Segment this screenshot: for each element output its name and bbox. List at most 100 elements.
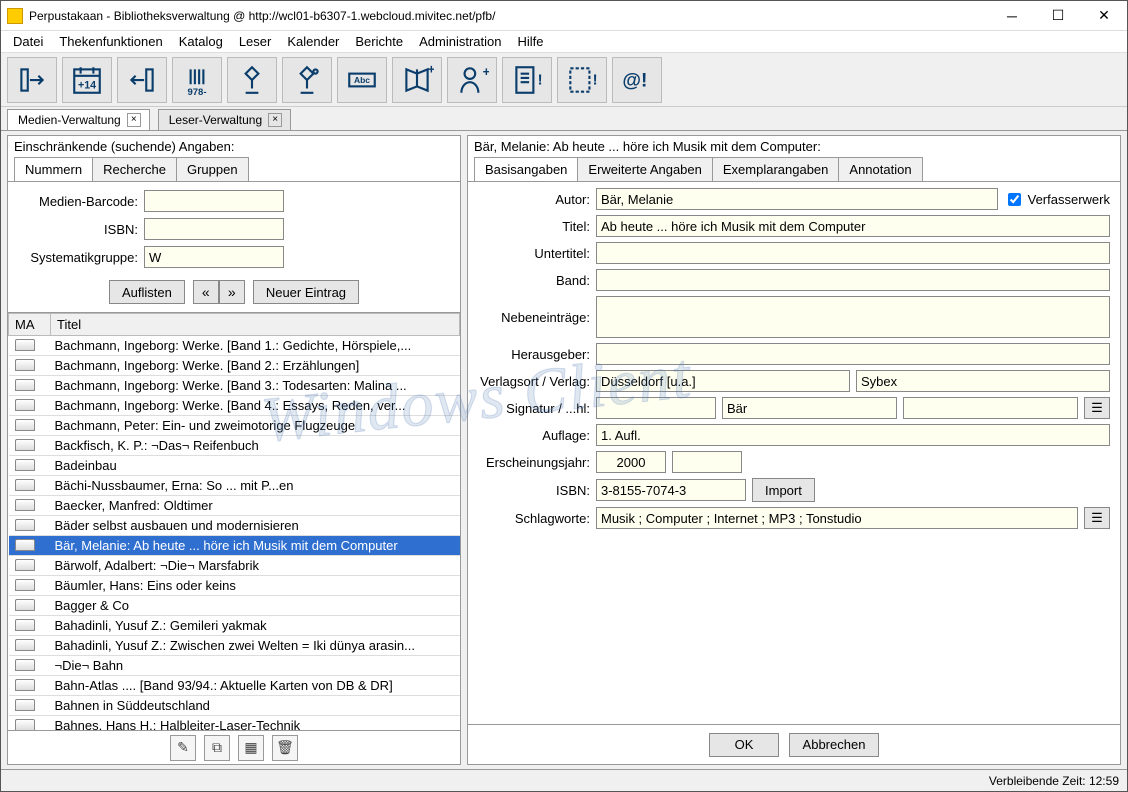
sysgroup-input[interactable]: [144, 246, 284, 268]
menu-berichte[interactable]: Berichte: [347, 32, 411, 51]
menu-thekenfunktionen[interactable]: Thekenfunktionen: [51, 32, 170, 51]
table-row[interactable]: Bagger & Co: [9, 596, 460, 616]
neben-input[interactable]: [596, 296, 1110, 338]
sig2-input[interactable]: [722, 397, 897, 419]
subtab-recherche[interactable]: Recherche: [92, 157, 177, 182]
svg-text:978-: 978-: [187, 86, 206, 96]
label-icon[interactable]: Abc: [337, 57, 387, 103]
add-book-icon[interactable]: +: [392, 57, 442, 103]
isbn-input[interactable]: [144, 218, 284, 240]
row-title: Bahn-Atlas .... [Band 93/94.: Aktuelle K…: [51, 676, 460, 696]
menu-administration[interactable]: Administration: [411, 32, 509, 51]
auflage-input[interactable]: [596, 424, 1110, 446]
auflage-label: Auflage:: [474, 428, 590, 443]
search-reader-icon[interactable]: [282, 57, 332, 103]
close-button[interactable]: ✕: [1081, 1, 1127, 31]
subtab-basisangaben[interactable]: Basisangaben: [474, 157, 578, 181]
menu-datei[interactable]: Datei: [5, 32, 51, 51]
table-row[interactable]: Bachmann, Ingeborg: Werke. [Band 1.: Ged…: [9, 336, 460, 356]
book-icon: [13, 557, 35, 571]
table-row[interactable]: Bahadinli, Yusuf Z.: Gemileri yakmak: [9, 616, 460, 636]
table-row[interactable]: Bahadinli, Yusuf Z.: Zwischen zwei Welte…: [9, 636, 460, 656]
verlagsort-input[interactable]: [596, 370, 850, 392]
subtab-nummern[interactable]: Nummern: [14, 157, 93, 181]
subtab-gruppen[interactable]: Gruppen: [176, 157, 249, 182]
search-media-icon[interactable]: [227, 57, 277, 103]
import-button[interactable]: Import: [752, 478, 815, 502]
jahr-input[interactable]: [596, 451, 666, 473]
table-row[interactable]: Bäumler, Hans: Eins oder keins: [9, 576, 460, 596]
subtab-exemplarangaben[interactable]: Exemplarangaben: [712, 157, 840, 182]
minimize-button[interactable]: ─: [989, 1, 1035, 31]
checkin-icon[interactable]: [117, 57, 167, 103]
isbn-det-input[interactable]: [596, 479, 746, 501]
new-entry-button[interactable]: Neuer Eintrag: [253, 280, 359, 304]
sig1-input[interactable]: [596, 397, 716, 419]
table-row[interactable]: Bächi-Nussbaumer, Erna: So ... mit P...e…: [9, 476, 460, 496]
reminder1-icon[interactable]: !: [502, 57, 552, 103]
table-row[interactable]: Baecker, Manfred: Oldtimer: [9, 496, 460, 516]
table-row[interactable]: Bachmann, Ingeborg: Werke. [Band 2.: Erz…: [9, 356, 460, 376]
verlag-input[interactable]: [856, 370, 1110, 392]
table-row[interactable]: Bär, Melanie: Ab heute ... höre ich Musi…: [9, 536, 460, 556]
media-list[interactable]: MA Titel Bachmann, Ingeborg: Werke. [Ban…: [8, 312, 460, 730]
schlag-picker-icon[interactable]: ☰: [1084, 507, 1110, 529]
menu-katalog[interactable]: Katalog: [171, 32, 231, 51]
table-row[interactable]: Bahnen in Süddeutschland: [9, 696, 460, 716]
table-row[interactable]: Bahnes, Hans H.: Halbleiter-Laser-Techni…: [9, 716, 460, 731]
table-row[interactable]: ¬Die¬ Bahn: [9, 656, 460, 676]
table-row[interactable]: Bahn-Atlas .... [Band 93/94.: Aktuelle K…: [9, 676, 460, 696]
subtab-annotation[interactable]: Annotation: [838, 157, 922, 182]
mail-alert-icon[interactable]: @!: [612, 57, 662, 103]
titel-input[interactable]: [596, 215, 1110, 237]
close-tab-icon[interactable]: ×: [268, 113, 282, 127]
hrsg-input[interactable]: [596, 343, 1110, 365]
subtab-erweiterte-angaben[interactable]: Erweiterte Angaben: [577, 157, 712, 182]
untertitel-input[interactable]: [596, 242, 1110, 264]
next-button[interactable]: »: [219, 280, 245, 304]
band-input[interactable]: [596, 269, 1110, 291]
doctab-medien-verwaltung[interactable]: Medien-Verwaltung×: [7, 109, 150, 130]
verlag-label: Verlagsort / Verlag:: [474, 374, 590, 389]
menu-kalender[interactable]: Kalender: [279, 32, 347, 51]
row-title: Bahnes, Hans H.: Halbleiter-Laser-Techni…: [51, 716, 460, 731]
col-ma[interactable]: MA: [9, 314, 51, 336]
table-row[interactable]: Bachmann, Peter: Ein- und zweimotorige F…: [9, 416, 460, 436]
table-row[interactable]: Bärwolf, Adalbert: ¬Die¬ Marsfabrik: [9, 556, 460, 576]
sig-picker-icon[interactable]: ☰: [1084, 397, 1110, 419]
reminder2-icon[interactable]: !: [557, 57, 607, 103]
barcode-input[interactable]: [144, 190, 284, 212]
select-all-icon[interactable]: ▦: [238, 735, 264, 761]
copy-icon[interactable]: ⧉: [204, 735, 230, 761]
maximize-button[interactable]: ☐: [1035, 1, 1081, 31]
sysgroup-label: Systematikgruppe:: [18, 250, 138, 265]
prev-button[interactable]: «: [193, 280, 219, 304]
menu-hilfe[interactable]: Hilfe: [509, 32, 551, 51]
isbn-icon[interactable]: 978-: [172, 57, 222, 103]
checkout-icon[interactable]: [7, 57, 57, 103]
row-title: Bahadinli, Yusuf Z.: Gemileri yakmak: [51, 616, 460, 636]
menu-leser[interactable]: Leser: [231, 32, 280, 51]
table-row[interactable]: Bäder selbst ausbauen und modernisieren: [9, 516, 460, 536]
jahr2-input[interactable]: [672, 451, 742, 473]
ok-button[interactable]: OK: [709, 733, 779, 757]
table-row[interactable]: Backfisch, K. P.: ¬Das¬ Reifenbuch: [9, 436, 460, 456]
close-tab-icon[interactable]: ×: [127, 113, 141, 127]
extend-14-icon[interactable]: +14: [62, 57, 112, 103]
table-row[interactable]: Bachmann, Ingeborg: Werke. [Band 3.: Tod…: [9, 376, 460, 396]
cancel-button[interactable]: Abbrechen: [789, 733, 879, 757]
table-row[interactable]: Bachmann, Ingeborg: Werke. [Band 4.: Ess…: [9, 396, 460, 416]
add-reader-icon[interactable]: +: [447, 57, 497, 103]
col-title[interactable]: Titel: [51, 314, 460, 336]
edit-icon[interactable]: ✎: [170, 735, 196, 761]
autor-input[interactable]: [596, 188, 998, 210]
doctab-leser-verwaltung[interactable]: Leser-Verwaltung×: [158, 109, 291, 130]
sig3-input[interactable]: [903, 397, 1078, 419]
verfasserwerk-checkbox[interactable]: Verfasserwerk: [1004, 190, 1110, 209]
row-title: Bachmann, Ingeborg: Werke. [Band 1.: Ged…: [51, 336, 460, 356]
table-row[interactable]: Badeinbau: [9, 456, 460, 476]
list-button[interactable]: Auflisten: [109, 280, 185, 304]
delete-icon[interactable]: 🗑: [272, 735, 298, 761]
schlag-input[interactable]: [596, 507, 1078, 529]
titlebar: Perpustakaan - Bibliotheksverwaltung @ h…: [1, 1, 1127, 31]
